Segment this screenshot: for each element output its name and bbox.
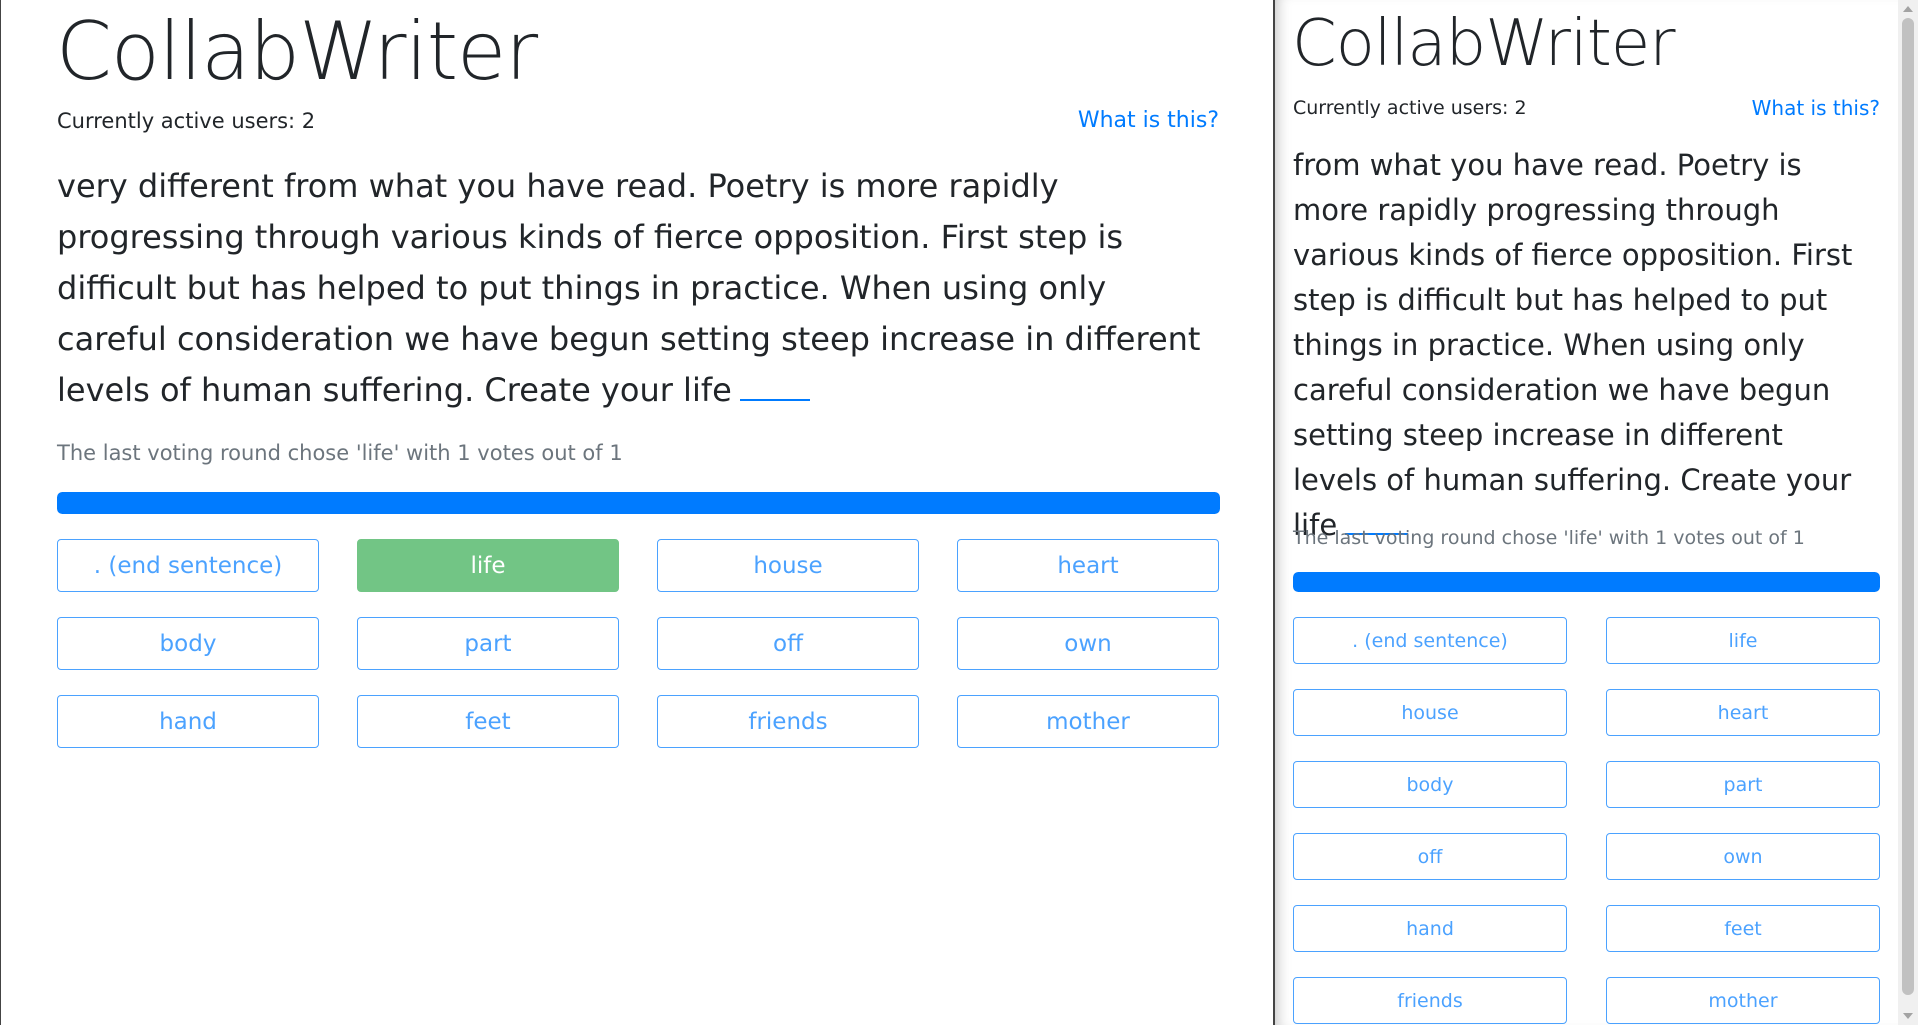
scroll-up-arrow-icon[interactable]	[1903, 6, 1913, 12]
word-choice-button[interactable]: heart	[1606, 689, 1880, 736]
word-choice-button[interactable]: part	[357, 617, 619, 670]
vote-progress-bar	[57, 492, 1220, 514]
next-word-blank	[739, 398, 810, 401]
right-browser-window: CollabWriter Currently active users: 2 W…	[1275, 0, 1898, 1025]
word-choice-button[interactable]: body	[1293, 761, 1567, 808]
word-choice-button[interactable]: mother	[1606, 977, 1880, 1024]
vote-progress-fill	[57, 492, 1220, 514]
scrollbar-thumb[interactable]	[1902, 18, 1914, 995]
active-users-count: Currently active users: 2	[1293, 97, 1527, 119]
word-choice-button[interactable]: . (end sentence)	[1293, 617, 1567, 664]
voting-result-text: The last voting round chose 'life' with …	[57, 441, 623, 465]
word-choice-button[interactable]: part	[1606, 761, 1880, 808]
vertical-scrollbar[interactable]	[1898, 0, 1918, 1025]
app-title: CollabWriter	[1292, 7, 1676, 81]
word-choice-button[interactable]: body	[57, 617, 319, 670]
what-is-this-link[interactable]: What is this?	[1078, 107, 1219, 135]
word-choice-button[interactable]: own	[1606, 833, 1880, 880]
vote-progress-fill	[1293, 572, 1880, 592]
word-choice-button[interactable]: own	[957, 617, 1219, 670]
word-choice-button[interactable]: house	[1293, 689, 1567, 736]
word-choice-button[interactable]: hand	[1293, 905, 1567, 952]
word-choice-button[interactable]: life	[357, 539, 619, 592]
word-choice-button[interactable]: house	[657, 539, 919, 592]
word-choice-button[interactable]: feet	[1606, 905, 1880, 952]
word-choice-button[interactable]: off	[1293, 833, 1567, 880]
app-title: CollabWriter	[56, 5, 538, 98]
word-choice-button[interactable]: mother	[957, 695, 1219, 748]
what-is-this-link[interactable]: What is this?	[1752, 96, 1880, 120]
word-choice-grid: . (end sentence) life house heart body part of…	[1293, 617, 1880, 1024]
word-choice-button[interactable]: heart	[957, 539, 1219, 592]
word-choice-button[interactable]: life	[1606, 617, 1880, 664]
left-browser-window: CollabWriter Currently active users: 2 W…	[0, 0, 1273, 1025]
story-content: very different from what you have read. …	[57, 167, 1201, 409]
active-users-count: Currently active users: 2	[57, 109, 316, 133]
word-choice-button[interactable]: friends	[1293, 977, 1567, 1024]
word-choice-button[interactable]: . (end sentence)	[57, 539, 319, 592]
scroll-down-arrow-icon[interactable]	[1903, 1013, 1913, 1019]
story-text: very different from what you have read. …	[57, 161, 1222, 416]
word-choice-button[interactable]: off	[657, 617, 919, 670]
story-content: from what you have read. Poetry is more …	[1293, 148, 1853, 542]
vote-progress-bar	[1293, 572, 1880, 592]
screen: CollabWriter Currently active users: 2 W…	[0, 0, 1918, 1025]
word-choice-grid: . (end sentence) life house heart body part of…	[57, 539, 1220, 748]
voting-result-text: The last voting round chose 'life' with …	[1293, 527, 1805, 549]
word-choice-button[interactable]: hand	[57, 695, 319, 748]
word-choice-button[interactable]: friends	[657, 695, 919, 748]
story-text: from what you have read. Poetry is more …	[1293, 143, 1853, 548]
word-choice-button[interactable]: feet	[357, 695, 619, 748]
